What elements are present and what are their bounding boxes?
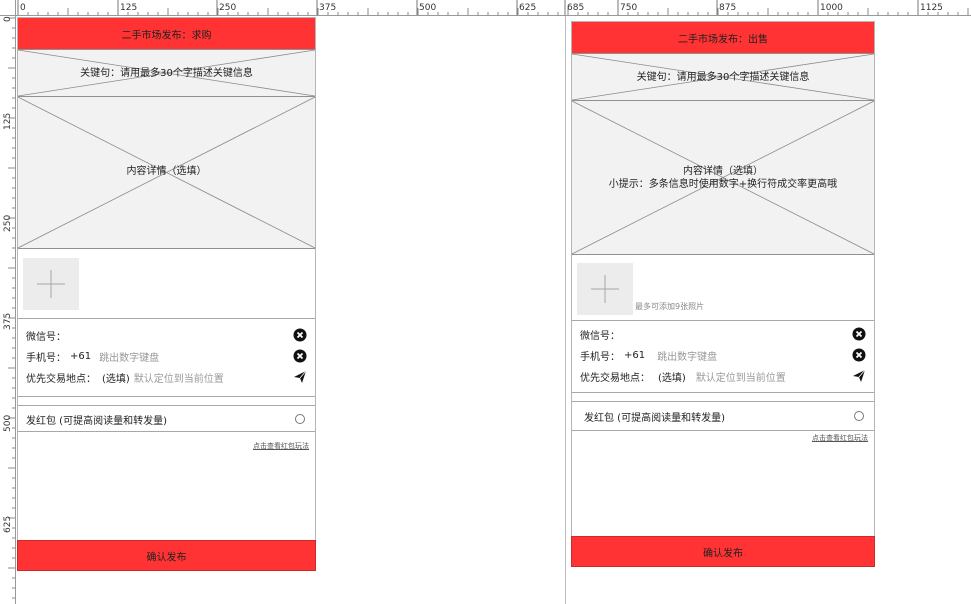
close-circle-icon[interactable]	[293, 328, 307, 342]
location-row[interactable]: 优先交易地点： (选填) 默认定位到当前位置	[580, 368, 866, 384]
wechat-label: 微信号：	[580, 330, 620, 342]
wanted-post-screen: 二手市场发布：求购 关键句：请用最多30个字描述关键信息 内容详情（选填） 微信…	[17, 17, 316, 571]
divider	[572, 392, 874, 393]
phone-prefix: +61	[70, 350, 92, 362]
wechat-row[interactable]: 微信号：	[580, 326, 866, 342]
screen-title: 二手市场发布：出售	[678, 34, 768, 45]
screen-title: 二手市场发布：求购	[121, 30, 212, 41]
divider	[18, 405, 315, 406]
divider	[18, 396, 315, 397]
keyword-placeholder: 关键句：请用最多30个字描述关键信息	[80, 68, 253, 79]
detail-placeholder: 内容详情（选填）	[683, 166, 763, 177]
ruler-label: 125	[120, 3, 137, 13]
divider	[572, 320, 874, 321]
submit-label: 确认发布	[703, 548, 743, 559]
add-photo-button[interactable]	[577, 263, 633, 315]
submit-button[interactable]: 确认发布	[17, 540, 316, 571]
ruler-label: 375	[319, 3, 336, 13]
screen-title-bar: 二手市场发布：出售	[572, 22, 874, 53]
submit-button[interactable]: 确认发布	[571, 536, 875, 567]
location-optional: (选填)	[102, 373, 130, 385]
ruler-label: 500	[3, 415, 13, 432]
send-arrow-icon[interactable]	[852, 369, 866, 383]
plus-icon	[591, 275, 619, 303]
keyword-input[interactable]: 关键句：请用最多30个字描述关键信息	[572, 53, 874, 101]
plus-icon	[37, 270, 65, 298]
ruler-label: 750	[620, 3, 637, 13]
location-optional: (选填)	[658, 372, 686, 384]
redpacket-rules-link[interactable]: 点击查看红包玩法	[812, 433, 868, 443]
ruler-label: 0	[20, 3, 26, 13]
location-label: 优先交易地点：	[26, 373, 96, 385]
wechat-row[interactable]: 微信号：	[26, 327, 307, 343]
phone-prefix: +61	[624, 349, 646, 361]
horizontal-ruler-ticks: 0 125 250 375 500 625 685 750 875 1000 1125	[17, 0, 969, 15]
ruler-label: 625	[3, 516, 13, 533]
phone-label: 手机号：	[580, 351, 620, 363]
keyword-placeholder: 关键句：请用最多30个字描述关键信息	[636, 72, 810, 83]
divider	[18, 431, 315, 432]
radio-icon[interactable]	[854, 411, 864, 421]
phone-row[interactable]: 手机号： +61 跳出数字键盘	[26, 348, 307, 364]
divider	[18, 318, 315, 319]
ruler-label: 0	[3, 16, 13, 22]
ruler-label: 250	[219, 3, 236, 13]
redpacket-row[interactable]: 发红包 (可提高阅读量和转发量)	[584, 408, 866, 424]
keyword-input[interactable]: 关键句：请用最多30个字描述关键信息	[18, 49, 315, 97]
screen-title-bar: 二手市场发布：求购	[18, 18, 315, 49]
close-circle-icon[interactable]	[852, 327, 866, 341]
ruler-label: 500	[419, 3, 436, 13]
vertical-ruler: 0 125 250 375 500 625	[0, 0, 16, 604]
location-hint: 默认定位到当前位置	[695, 372, 786, 384]
phone-hint: 跳出数字键盘	[99, 352, 160, 364]
location-hint: 默认定位到当前位置	[133, 373, 224, 385]
sell-post-screen: 二手市场发布：出售 关键句：请用最多30个字描述关键信息 内容详情（选填） 小提…	[571, 21, 875, 567]
phone-hint: 跳出数字键盘	[657, 351, 718, 363]
radio-icon[interactable]	[295, 414, 305, 424]
detail-input[interactable]: 内容详情（选填） 小提示：多条信息时使用数字+换行符成交率更高哦	[572, 100, 874, 255]
ruler-label: 125	[3, 113, 13, 130]
phone-label: 手机号：	[26, 352, 66, 364]
photo-limit-hint: 最多可添加9张照片	[635, 302, 705, 311]
add-photo-button[interactable]	[23, 258, 79, 310]
ruler-label: 625	[519, 3, 536, 13]
location-label: 优先交易地点：	[580, 372, 650, 384]
phone-row[interactable]: 手机号： +61 跳出数字键盘	[580, 347, 866, 363]
divider	[572, 401, 874, 402]
ruler-label: 1125	[920, 3, 943, 13]
ruler-label: 685	[567, 3, 584, 13]
ruler-corner	[0, 0, 16, 16]
close-circle-icon[interactable]	[293, 349, 307, 363]
redpacket-label: 发红包 (可提高阅读量和转发量)	[26, 415, 167, 427]
wechat-label: 微信号：	[26, 331, 66, 343]
location-row[interactable]: 优先交易地点： (选填) 默认定位到当前位置	[26, 369, 307, 385]
canvas-page-divider	[565, 16, 566, 604]
detail-input[interactable]: 内容详情（选填）	[18, 96, 315, 249]
detail-tip: 小提示：多条信息时使用数字+换行符成交率更高哦	[608, 179, 838, 190]
divider	[572, 430, 874, 431]
close-circle-icon[interactable]	[852, 348, 866, 362]
ruler-label: 1000	[820, 3, 843, 13]
redpacket-rules-link[interactable]: 点击查看红包玩法	[253, 441, 309, 451]
detail-placeholder: 内容详情（选填）	[126, 166, 207, 177]
horizontal-ruler: 0 125 250 375 500 625 685 750 875 1000 1125	[0, 0, 971, 16]
ruler-label: 250	[3, 215, 13, 232]
ruler-label: 875	[719, 3, 736, 13]
ruler-label: 375	[3, 313, 13, 330]
redpacket-label: 发红包 (可提高阅读量和转发量)	[584, 412, 725, 424]
submit-label: 确认发布	[146, 552, 187, 563]
send-arrow-icon[interactable]	[293, 370, 307, 384]
vertical-ruler-ticks: 0 125 250 375 500 625	[3, 16, 15, 599]
redpacket-row[interactable]: 发红包 (可提高阅读量和转发量)	[26, 411, 307, 427]
